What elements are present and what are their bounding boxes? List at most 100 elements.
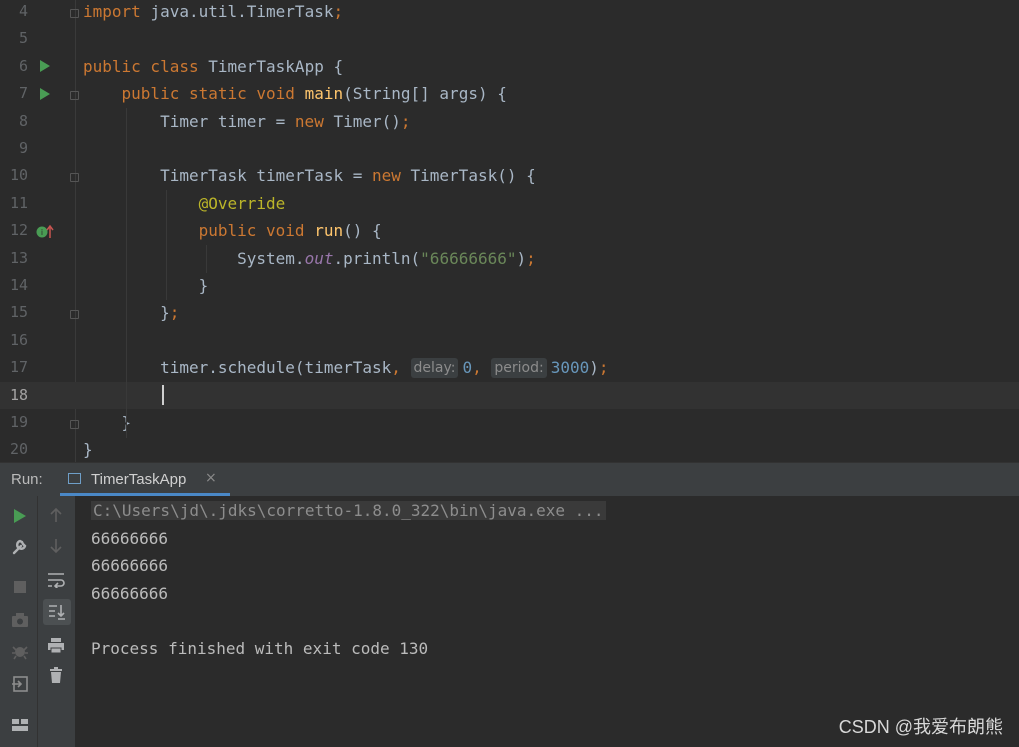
- code-token: import: [83, 2, 151, 21]
- code-token: Timer timer =: [83, 111, 295, 131]
- code-line[interactable]: 15 };: [0, 299, 1019, 326]
- code-token: java.util.TimerTask: [150, 2, 334, 21]
- code-line[interactable]: 12 public void run() {: [0, 217, 1019, 244]
- override-method-icon[interactable]: i: [36, 224, 54, 240]
- console-output-line: 66666666: [91, 584, 169, 603]
- code-line[interactable]: 13 System.out.println("66666666");: [0, 245, 1019, 272]
- fold-marker-icon[interactable]: [70, 9, 79, 18]
- code-token: "66666666": [420, 248, 517, 268]
- arrow-down-icon[interactable]: [49, 538, 63, 554]
- scroll-to-end-toggle[interactable]: [43, 599, 71, 625]
- code-token: public static void: [121, 84, 305, 104]
- code-token: 3000: [550, 358, 590, 378]
- code-token: System.: [83, 248, 305, 268]
- code-line[interactable]: 19 }: [0, 409, 1019, 436]
- code-line[interactable]: 5: [0, 25, 1019, 52]
- parameter-hint: period:: [491, 358, 547, 379]
- fold-marker-icon[interactable]: [70, 173, 79, 182]
- code-line[interactable]: 8 Timer timer = new Timer();: [0, 108, 1019, 135]
- fold-marker-icon[interactable]: [70, 420, 79, 429]
- arrow-up-icon[interactable]: [49, 507, 63, 523]
- console-output[interactable]: C:\Users\jd\.jdks\corretto-1.8.0_322\bin…: [76, 496, 1019, 747]
- code-line[interactable]: 7 public static void main(String[] args)…: [0, 80, 1019, 107]
- indent-guide: [126, 108, 127, 438]
- code-line[interactable]: 14 }: [0, 272, 1019, 299]
- code-line[interactable]: 20}: [0, 436, 1019, 462]
- code-token: }: [83, 440, 93, 460]
- exit-icon[interactable]: [11, 675, 29, 693]
- line-number: 11: [9, 193, 28, 212]
- code-text: public void run() {: [83, 217, 382, 244]
- fold-marker-icon[interactable]: [70, 310, 79, 319]
- code-text: }: [83, 272, 209, 299]
- code-text: System.out.println("66666666");: [83, 245, 536, 272]
- code-token: ,: [472, 358, 492, 378]
- console-toolbar: [37, 496, 75, 747]
- code-text: timer.schedule(timerTask, delay: 0, perio…: [83, 354, 609, 381]
- line-number: 7: [18, 84, 28, 103]
- camera-icon[interactable]: [11, 612, 29, 628]
- line-number: 9: [18, 139, 28, 157]
- code-text: };: [83, 299, 179, 326]
- code-token: ;: [333, 2, 344, 21]
- code-token: }: [83, 413, 132, 432]
- code-token: ;: [400, 111, 411, 131]
- code-token: new: [371, 166, 411, 186]
- console-output-line: 66666666: [91, 556, 169, 575]
- print-icon[interactable]: [47, 637, 65, 654]
- java-command: C:\Users\jd\.jdks\corretto-1.8.0_322\bin…: [91, 501, 606, 520]
- run-left-toolbar: [0, 496, 37, 747]
- code-token: Timer(): [333, 111, 401, 131]
- line-number: 15: [9, 303, 28, 322]
- line-number: 18: [9, 385, 28, 404]
- line-number: 10: [9, 166, 28, 185]
- tab-close-icon[interactable]: ×: [205, 470, 217, 486]
- code-token: public void: [198, 221, 315, 241]
- line-number: 4: [18, 2, 28, 20]
- code-line[interactable]: 16: [0, 327, 1019, 354]
- code-line[interactable]: 18: [0, 381, 1019, 409]
- parameter-hint: delay:: [410, 358, 459, 379]
- code-token: (String[] args) {: [343, 84, 507, 104]
- code-line[interactable]: 11 @Override: [0, 190, 1019, 217]
- code-token: out: [304, 248, 334, 268]
- code-line[interactable]: 10 TimerTask timerTask = new TimerTask()…: [0, 162, 1019, 189]
- tab-label: TimerTaskApp: [91, 471, 187, 488]
- code-line[interactable]: 9: [0, 135, 1019, 162]
- code-token: ,: [391, 358, 411, 378]
- line-number: 16: [9, 330, 28, 349]
- code-token: () {: [343, 221, 382, 241]
- console-command-line: C:\Users\jd\.jdks\corretto-1.8.0_322\bin…: [91, 497, 606, 524]
- code-token: timer.schedule(timerTask: [83, 358, 392, 378]
- console-exit-message: Process finished with exit code 130: [91, 639, 429, 658]
- code-line[interactable]: 6 public class TimerTaskApp {: [0, 53, 1019, 80]
- code-text: public class TimerTaskApp {: [83, 53, 343, 80]
- layout-icon[interactable]: [11, 717, 29, 733]
- run-class-icon[interactable]: [40, 60, 50, 72]
- code-text: Timer timer = new Timer();: [83, 108, 411, 135]
- code-line[interactable]: 17 timer.schedule(timerTask, delay: 0, pe…: [0, 354, 1019, 381]
- code-editor[interactable]: 4 import java.util.TimerTask; 5 6 public cla…: [0, 0, 1019, 462]
- fold-marker-icon[interactable]: [70, 91, 79, 100]
- indent-guide: [206, 245, 207, 273]
- tab-timertaskapp[interactable]: TimerTaskApp ×: [60, 463, 230, 496]
- run-main-icon[interactable]: [40, 88, 50, 100]
- code-token: 0: [462, 358, 473, 378]
- code-token: }: [83, 276, 209, 295]
- trash-icon[interactable]: [49, 667, 63, 684]
- code-token: ): [589, 358, 599, 378]
- soft-wrap-icon[interactable]: [47, 572, 65, 588]
- indent-guide: [166, 190, 167, 300]
- scroll-to-end-icon: [49, 605, 65, 620]
- code-token: .println(: [333, 248, 421, 268]
- stop-icon[interactable]: [13, 580, 27, 594]
- code-line[interactable]: 4 import java.util.TimerTask;: [0, 0, 1019, 25]
- debug-bug-icon[interactable]: [11, 642, 29, 660]
- rerun-icon[interactable]: [13, 508, 27, 524]
- wrench-icon[interactable]: [11, 537, 29, 555]
- text-caret: [162, 385, 164, 405]
- code-token: run: [314, 221, 344, 241]
- console-output-line: 66666666: [91, 529, 169, 548]
- code-token: TimerTaskApp {: [208, 56, 344, 76]
